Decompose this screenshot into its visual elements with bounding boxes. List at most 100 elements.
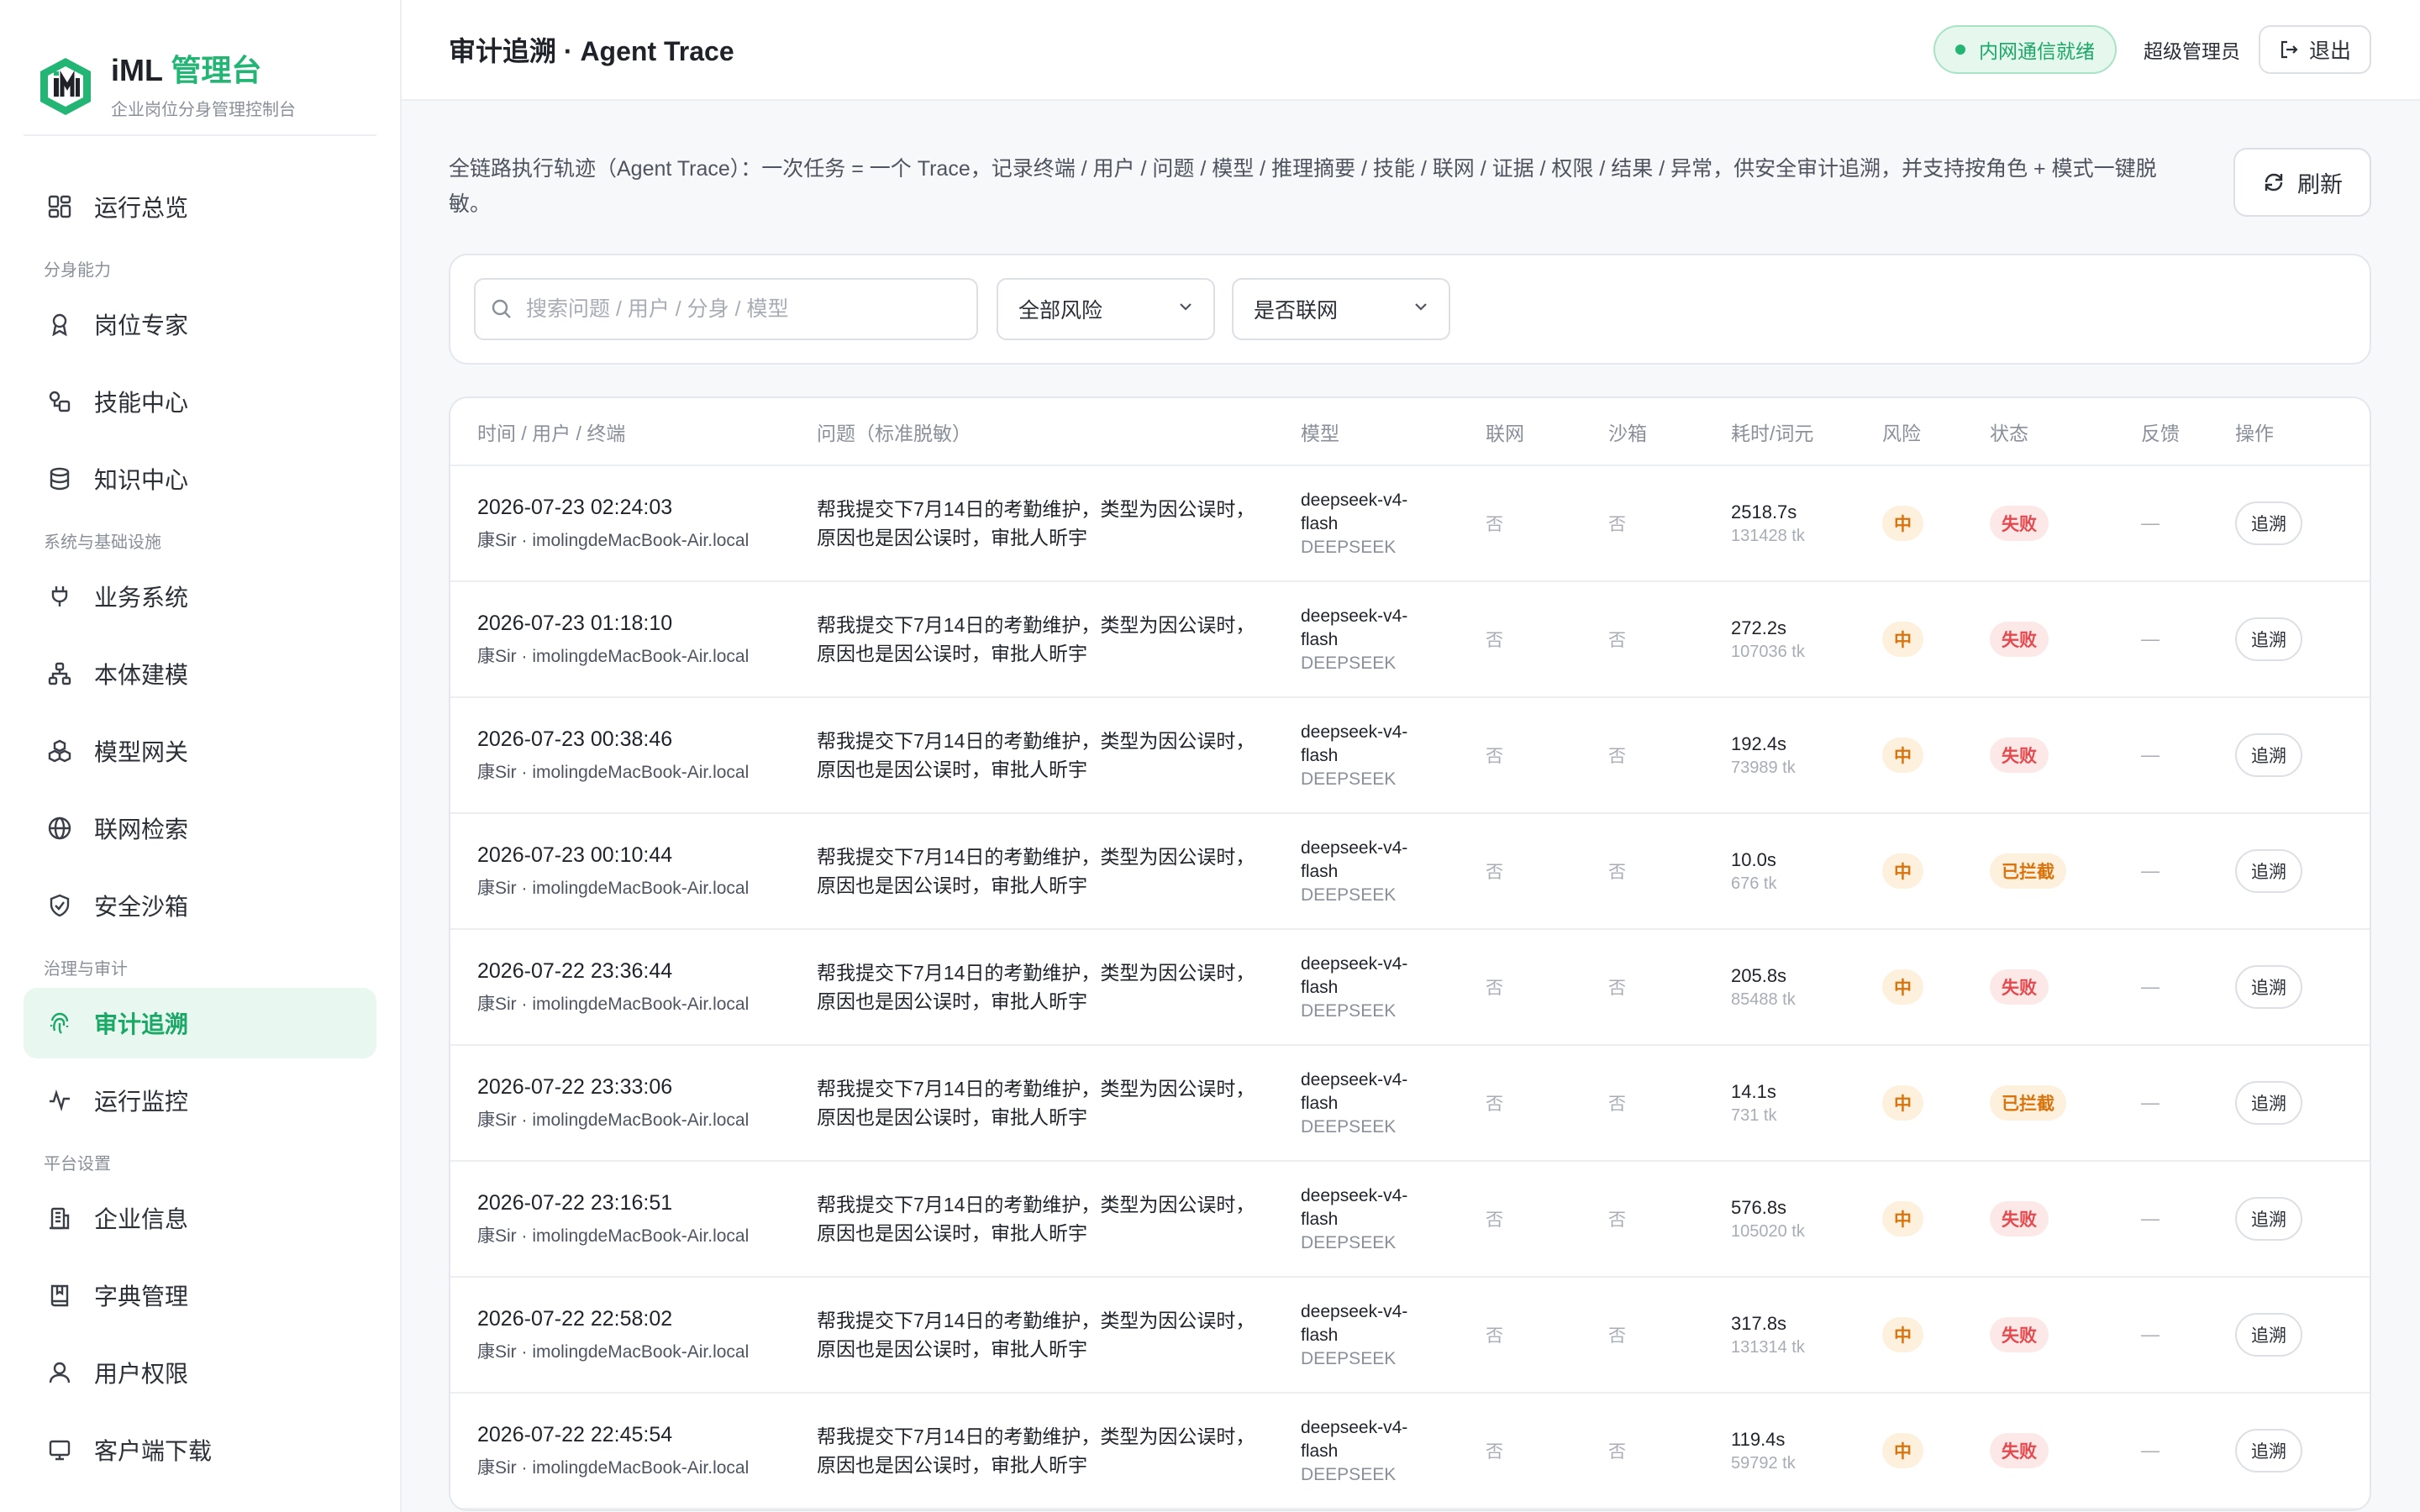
trace-sandbox: 否 xyxy=(1608,1393,1731,1509)
search-box[interactable] xyxy=(474,278,978,340)
trace-time: 2026-07-23 02:24:03 xyxy=(477,495,673,519)
trace-detail-button[interactable]: 追溯 xyxy=(2235,617,2302,661)
sidebar-item-client-download[interactable]: 客户端下载 xyxy=(24,1415,376,1485)
model-name-line1: deepseek-v4- xyxy=(1301,722,1408,742)
network-filter-select[interactable]: 是否联网 xyxy=(1232,278,1450,340)
cell-status: 失败 xyxy=(1990,697,2141,814)
trace-user-terminal: 康Sir · imolingdeMacBook-Air.local xyxy=(477,1226,750,1246)
trace-feedback: — xyxy=(2141,1161,2235,1278)
risk-filter-select[interactable]: 全部风险 xyxy=(997,278,1215,340)
trace-tokens: 131428 tk xyxy=(1731,526,1805,545)
trace-tokens: 105020 tk xyxy=(1731,1221,1805,1241)
sidebar-item-company-info[interactable]: 企业信息 xyxy=(24,1183,376,1253)
page-description: 全链路执行轨迹（Agent Trace）：一次任务 = 一个 Trace，记录终… xyxy=(449,157,2157,216)
nav-section-infra: 系统与基础设施 xyxy=(44,533,161,552)
table-row: 2026-07-22 23:16:51 康Sir · imolingdeMacBo… xyxy=(450,1161,2370,1278)
column-header: 问题（标准脱敏） xyxy=(817,398,1301,466)
trace-question: 帮我提交下7月14日的考勤维护，类型为因公误时，原因也是因公误时，审批人昕宇 xyxy=(817,813,1301,930)
sidebar-item-experts[interactable]: 岗位专家 xyxy=(24,289,376,360)
risk-badge: 中 xyxy=(1882,1317,1923,1352)
trace-question: 帮我提交下7月14日的考勤维护，类型为因公误时，原因也是因公误时，审批人昕宇 xyxy=(817,1161,1301,1278)
sidebar-item-audit-trace[interactable]: 审计追溯 xyxy=(24,988,376,1058)
topbar: 审计追溯 · Agent Trace 内网通信就绪 超级管理员 退出 xyxy=(402,0,2420,101)
cell-action: 追溯 xyxy=(2235,465,2370,582)
shield-icon xyxy=(45,891,74,920)
sidebar-item-overview[interactable]: 运行总览 xyxy=(24,171,376,242)
network-status-badge: 内网通信就绪 xyxy=(1933,25,2117,74)
trace-network: 否 xyxy=(1486,581,1608,698)
trace-time: 2026-07-22 23:36:44 xyxy=(477,958,673,983)
cell-action: 追溯 xyxy=(2235,813,2370,930)
sidebar-item-web-search[interactable]: 联网检索 xyxy=(24,793,376,864)
cell-model: deepseek-v4- flash DEEPSEEK xyxy=(1301,929,1486,1046)
sidebar-item-label: 审计追溯 xyxy=(94,1011,189,1037)
trace-tokens: 59792 tk xyxy=(1731,1453,1796,1473)
sidebar-item-model-gateway[interactable]: 模型网关 xyxy=(24,716,376,786)
sidebar-item-sandbox[interactable]: 安全沙箱 xyxy=(24,870,376,941)
model-name-line2: flash xyxy=(1301,1210,1339,1229)
cell-risk: 中 xyxy=(1882,581,1990,698)
model-name-line1: deepseek-v4- xyxy=(1301,606,1408,626)
sidebar-item-ontology[interactable]: 本体建模 xyxy=(24,638,376,709)
model-provider: DEEPSEEK xyxy=(1301,1001,1397,1021)
sidebar-item-dictionary[interactable]: 字典管理 xyxy=(24,1260,376,1331)
trace-question: 帮我提交下7月14日的考勤维护，类型为因公误时，原因也是因公误时，审批人昕宇 xyxy=(817,465,1301,582)
trace-detail-button[interactable]: 追溯 xyxy=(2235,501,2302,545)
trace-detail-button[interactable]: 追溯 xyxy=(2235,965,2302,1009)
search-icon xyxy=(491,298,513,320)
trace-detail-button[interactable]: 追溯 xyxy=(2235,1197,2302,1241)
trace-tokens: 731 tk xyxy=(1731,1105,1777,1125)
hierarchy-icon xyxy=(45,659,74,688)
trace-detail-button[interactable]: 追溯 xyxy=(2235,1429,2302,1473)
trace-feedback: — xyxy=(2141,581,2235,698)
trace-time: 2026-07-22 22:45:54 xyxy=(477,1422,673,1446)
column-header: 时间 / 用户 / 终端 xyxy=(450,398,817,466)
trace-detail-button[interactable]: 追溯 xyxy=(2235,1081,2302,1125)
sidebar-item-knowledge[interactable]: 知识中心 xyxy=(24,444,376,514)
search-input[interactable] xyxy=(526,297,963,322)
model-name-line1: deepseek-v4- xyxy=(1301,1418,1408,1437)
cell-duration: 272.2s 107036 tk xyxy=(1731,581,1882,698)
cell-risk: 中 xyxy=(1882,1277,1990,1394)
cell-action: 追溯 xyxy=(2235,1161,2370,1278)
sidebar-item-skills[interactable]: 技能中心 xyxy=(24,366,376,437)
nav-section-governance: 治理与审计 xyxy=(44,960,128,979)
cell-status: 已拦截 xyxy=(1990,813,2141,930)
trace-sandbox: 否 xyxy=(1608,1277,1731,1394)
trace-time: 2026-07-22 22:58:02 xyxy=(477,1306,673,1331)
cell-time-user: 2026-07-22 23:16:51 康Sir · imolingdeMacBo… xyxy=(450,1161,817,1278)
trace-user-terminal: 康Sir · imolingdeMacBook-Air.local xyxy=(477,1457,750,1478)
trace-detail-button[interactable]: 追溯 xyxy=(2235,1313,2302,1357)
sidebar: iML 管理台 企业岗位分身管理控制台 运行总览 分身能力 岗位专家 技能中心 … xyxy=(0,0,402,1512)
brand-title-prefix: iML xyxy=(111,52,163,87)
sidebar-item-label: 业务系统 xyxy=(94,585,189,611)
model-name-line1: deepseek-v4- xyxy=(1301,838,1408,858)
model-name-line2: flash xyxy=(1301,1326,1339,1345)
sidebar-item-user-permissions[interactable]: 用户权限 xyxy=(24,1337,376,1408)
table-header-row: 时间 / 用户 / 终端 问题（标准脱敏） 模型 联网 沙箱 耗时/词元 风险 … xyxy=(450,398,2370,466)
trace-user-terminal: 康Sir · imolingdeMacBook-Air.local xyxy=(477,762,750,782)
sidebar-item-monitoring[interactable]: 运行监控 xyxy=(24,1065,376,1136)
trace-detail-button[interactable]: 追溯 xyxy=(2235,733,2302,777)
current-user-role: 超级管理员 xyxy=(2143,40,2240,62)
sidebar-item-label: 安全沙箱 xyxy=(94,894,189,920)
trace-user-terminal: 康Sir · imolingdeMacBook-Air.local xyxy=(477,530,750,550)
trace-detail-button[interactable]: 追溯 xyxy=(2235,849,2302,893)
trace-user-terminal: 康Sir · imolingdeMacBook-Air.local xyxy=(477,994,750,1014)
status-badge: 已拦截 xyxy=(1990,853,2066,889)
model-provider: DEEPSEEK xyxy=(1301,538,1397,557)
model-name-line2: flash xyxy=(1301,630,1339,649)
trace-network: 否 xyxy=(1486,1277,1608,1394)
logout-button[interactable]: 退出 xyxy=(2258,25,2371,74)
status-badge: 失败 xyxy=(1990,622,2049,657)
sidebar-item-business-systems[interactable]: 业务系统 xyxy=(24,561,376,632)
brand-title-accent: 管理台 xyxy=(171,52,262,87)
status-badge: 失败 xyxy=(1990,969,2049,1005)
table-row: 2026-07-23 00:38:46 康Sir · imolingdeMacBo… xyxy=(450,697,2370,814)
trace-time: 2026-07-22 23:16:51 xyxy=(477,1190,673,1215)
database-icon xyxy=(45,465,74,493)
status-badge: 失败 xyxy=(1990,1317,2049,1352)
model-provider: DEEPSEEK xyxy=(1301,1117,1397,1137)
refresh-button[interactable]: 刷新 xyxy=(2233,148,2371,217)
trace-user-terminal: 康Sir · imolingdeMacBook-Air.local xyxy=(477,1110,750,1130)
